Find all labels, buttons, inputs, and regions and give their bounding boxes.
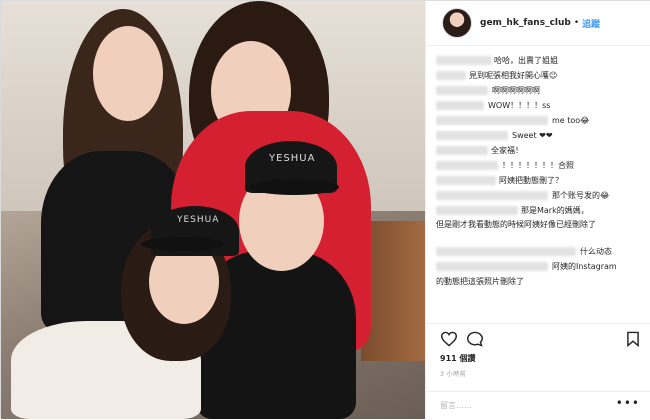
instagram-post: YESHUA YESHUA gem_hk_fans_club • 追蹤 哈哈，出… [0, 0, 650, 419]
follow-button[interactable]: 追蹤 [582, 17, 600, 30]
comment-icon[interactable] [466, 331, 484, 347]
comment: 啊啊啊啊啊啊 [436, 83, 642, 98]
add-comment-input[interactable]: 留言…… [440, 400, 472, 411]
comment: me too😂 [436, 113, 642, 128]
cap-label: YESHUA [177, 215, 220, 225]
cap-brim [141, 237, 225, 251]
avatar[interactable] [442, 8, 472, 38]
comment: WOW！！！！ss [436, 98, 642, 113]
comment: ！！！！！！！合照 [436, 158, 642, 173]
post-time[interactable]: 3 小時前 [440, 369, 466, 378]
person-face [93, 26, 163, 121]
username[interactable]: gem_hk_fans_club [480, 18, 571, 28]
comment: 阿姨的Instagram [436, 259, 642, 274]
comment: 見到呢張相我好開心嚄😉 [436, 68, 642, 83]
comment: 阿姨把動態刪了？ [436, 173, 642, 188]
comment: 但是剛才我看動態的時候阿姨好像已經刪除了 [436, 220, 596, 229]
cap-brim [249, 179, 339, 195]
heart-icon[interactable] [440, 331, 458, 347]
post-side-panel: gem_hk_fans_club • 追蹤 哈哈，出賣了姐姐 見到呢張相我好開心… [425, 1, 650, 419]
comment: Sweet ❤❤ [436, 128, 642, 143]
more-icon[interactable]: ••• [616, 396, 640, 410]
comment: 什么动态 [436, 244, 642, 259]
like-count[interactable]: 911 個讚 [440, 353, 475, 364]
comment: 哈哈，出賣了姐姐 [436, 53, 642, 68]
comment-list: 哈哈，出賣了姐姐 見到呢張相我好開心嚄😉 啊啊啊啊啊啊 WOW！！！！ss me… [436, 53, 642, 289]
post-photo[interactable]: YESHUA YESHUA [1, 1, 425, 419]
post-header: gem_hk_fans_club • 追蹤 [426, 1, 650, 46]
comment: 那是Mark的媽媽， [436, 203, 642, 218]
comment: 全家福！ [436, 143, 642, 158]
comment: 那个账号发的😂 [436, 188, 642, 203]
comment: 的動態把這張照片刪除了 [436, 277, 524, 286]
add-comment-bar: 留言…… ••• [426, 391, 650, 420]
separator: • [573, 18, 580, 28]
bookmark-icon[interactable] [626, 331, 640, 347]
action-bar [426, 323, 650, 354]
cap-label: YESHUA [269, 153, 316, 164]
